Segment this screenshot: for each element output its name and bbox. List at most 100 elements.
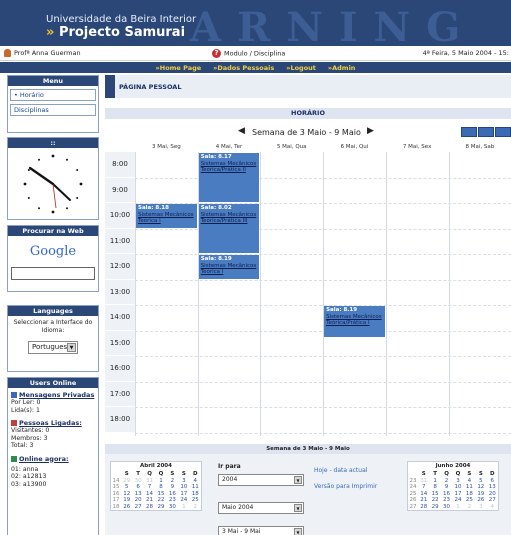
calendar-day[interactable]: 30: [441, 504, 452, 511]
print-version-link[interactable]: Versão para Imprimir: [314, 483, 377, 490]
week-number[interactable]: 17: [111, 497, 121, 504]
event-course-link[interactable]: Sistemas Mecânicos Teórica I: [138, 212, 195, 225]
month-select[interactable]: Maio 2004 ▼: [218, 502, 304, 514]
week-number[interactable]: 15: [111, 484, 121, 491]
nav-admin[interactable]: »Admin: [328, 64, 356, 72]
day-column-divider: [448, 152, 450, 436]
chevron-down-icon: ▼: [294, 476, 302, 484]
today-link[interactable]: Hoje - data actual: [314, 467, 367, 474]
google-logo: Google: [29, 244, 77, 259]
hour-gridline: [135, 177, 511, 179]
day-view-icon[interactable]: [461, 127, 477, 137]
event-course-link[interactable]: Sistemas Mecânicos Teórica/Prática I: [326, 314, 383, 327]
nav-dados-pessoais[interactable]: »Dados Pessoais: [213, 64, 274, 72]
user-name: Profª Anna Guerman: [14, 49, 81, 57]
bottom-week-header: Semana de 3 Maio - 9 Maio: [105, 444, 511, 454]
calendar-day[interactable]: 29: [429, 504, 440, 511]
page-title: PÁGINA PESSOAL: [119, 83, 182, 91]
day-column-divider: [135, 152, 136, 436]
time-label: 9:00: [105, 177, 135, 203]
time-label: 14:00: [105, 305, 135, 331]
menu-item-horario[interactable]: • Horário: [10, 89, 96, 101]
class-event[interactable]: Sala: 8.19 Sistemas Mecânicos Teórica I: [198, 255, 260, 279]
module-label: Modulo / Disciplina: [224, 49, 286, 58]
messages-read: Lida(s): 1: [11, 406, 40, 414]
day-header: 3 Mai, Seg: [151, 144, 181, 150]
week-number[interactable]: 26: [408, 497, 418, 504]
event-course-link[interactable]: Sistemas Mecânicos Teórica/Prática III: [201, 212, 258, 225]
hour-gridline: [135, 432, 511, 434]
time-label: 8:00: [105, 152, 135, 178]
online-user[interactable]: 03: a13900: [8, 481, 98, 489]
languages-box: Languages Seleccionar a Interface do Idi…: [7, 305, 99, 372]
university-name: Universidade da Beira Interior: [46, 14, 197, 25]
time-label: 12:00: [105, 254, 135, 280]
calendar-day[interactable]: 30: [167, 504, 178, 511]
previous-week-icon[interactable]: ◀: [238, 126, 245, 136]
time-label: 10:00: [105, 203, 135, 229]
calendar-day[interactable]: 3: [475, 504, 486, 511]
class-event[interactable]: Sala: 8.18 Sistemas Mecânicos Teórica I: [136, 204, 197, 228]
menu-item-disciplinas[interactable]: Disciplinas: [10, 104, 96, 116]
day-header: 8 Mai, Sab: [465, 144, 495, 150]
clock-box: ::: [7, 137, 99, 220]
web-search-input[interactable]: [11, 267, 95, 280]
hour-gridline: [135, 356, 511, 357]
people-icon: [11, 420, 17, 426]
time-label: 11:00: [105, 228, 135, 254]
year-select[interactable]: 2004 ▼: [218, 474, 304, 486]
class-event[interactable]: Sala: 8.17 Sistemas Mecânicos Teórica/Prá…: [198, 153, 260, 202]
nav-logout[interactable]: »Logout: [286, 64, 316, 72]
online-user[interactable]: 01: anna: [8, 466, 98, 474]
calendar-day[interactable]: 4: [487, 504, 498, 511]
week-select[interactable]: 3 Mai - 9 Mai ▼: [218, 526, 304, 535]
connected-people-link[interactable]: Pessoas Ligadas:: [8, 419, 98, 427]
day-column-divider: [385, 152, 387, 436]
calendar-day[interactable]: 28: [418, 504, 429, 511]
day-header: 7 Mai, Sex: [402, 144, 432, 150]
week-number[interactable]: 18: [111, 504, 121, 511]
week-view-icon[interactable]: [478, 127, 494, 137]
calendar-day[interactable]: 1: [452, 504, 463, 511]
next-week-icon[interactable]: ▶: [367, 126, 374, 136]
menu-title: Menu: [8, 76, 98, 86]
day-column-divider: [260, 152, 262, 436]
help-icon[interactable]: ?: [212, 49, 221, 58]
messages-unread: Por Ler: 0: [11, 399, 41, 406]
week-number[interactable]: 24: [408, 484, 418, 491]
calendar-day[interactable]: 2: [464, 504, 475, 511]
language-select[interactable]: Portuguese ▼: [28, 341, 78, 354]
calendar-day[interactable]: 27: [132, 504, 143, 511]
weekly-calendar: 3 Mai, Seg 4 Mai, Ter 5 Mai, Qua 6 Mai, Qui…: [105, 142, 511, 436]
private-messages-link[interactable]: Mensagens Privadas: [8, 391, 98, 399]
clock-title: ::: [8, 138, 98, 148]
online-now-link[interactable]: Online agora:: [8, 455, 98, 463]
members-count: Membros: 3: [11, 434, 48, 442]
calendar-day[interactable]: 26: [121, 504, 132, 511]
chevron-down-icon: ▼: [294, 528, 302, 535]
mini-calendar-april: Abril 2004 S T Q Q S S D 14 29 30 31 1 2 3 4 15 5 6 7 8 9 10 1…: [110, 461, 202, 511]
calendar-day[interactable]: 28: [144, 504, 155, 511]
user-bar: Profª Anna Guerman ? Modulo / Disciplina …: [0, 46, 511, 61]
nav-home-page[interactable]: »Home Page: [156, 64, 202, 72]
calendar-day[interactable]: 29: [155, 504, 166, 511]
chevron-down-icon: ▼: [67, 343, 76, 352]
class-event[interactable]: Sala: 8.19 Sistemas Mecânicos Teórica/Prá…: [324, 306, 385, 338]
class-event[interactable]: Sala: 8.02 Sistemas Mecânicos Teórica/Prá…: [198, 204, 260, 253]
project-title: » Projecto Samurai: [46, 25, 185, 40]
chevron-down-icon: ▼: [294, 504, 302, 512]
calendar-day[interactable]: 2: [190, 504, 201, 511]
month-view-icon[interactable]: [495, 127, 511, 137]
visitors-count: Visitantes: 0: [11, 427, 50, 434]
top-navigation: »Home Page »Dados Pessoais »Logout »Admi…: [0, 62, 511, 73]
calendar-day[interactable]: 1: [178, 504, 189, 511]
mini-calendar-june: Junho 2004 S T Q Q S S D 23 31 1 2 3 4 5 6 24 7 8 9 10 11 12 1…: [407, 461, 499, 511]
hour-gridline: [135, 254, 511, 255]
menu-box: Menu • Horário Disciplinas: [7, 75, 99, 133]
online-user[interactable]: 02: a12813: [8, 473, 98, 481]
search-title: Procurar na Web: [8, 226, 98, 236]
event-course-link[interactable]: Sistemas Mecânicos Teórica I: [201, 263, 258, 276]
week-number[interactable]: 27: [408, 504, 418, 511]
event-course-link[interactable]: Sistemas Mecânicos Teórica/Prática II: [201, 161, 258, 174]
schedule-header: HORÁRIO: [105, 108, 511, 119]
